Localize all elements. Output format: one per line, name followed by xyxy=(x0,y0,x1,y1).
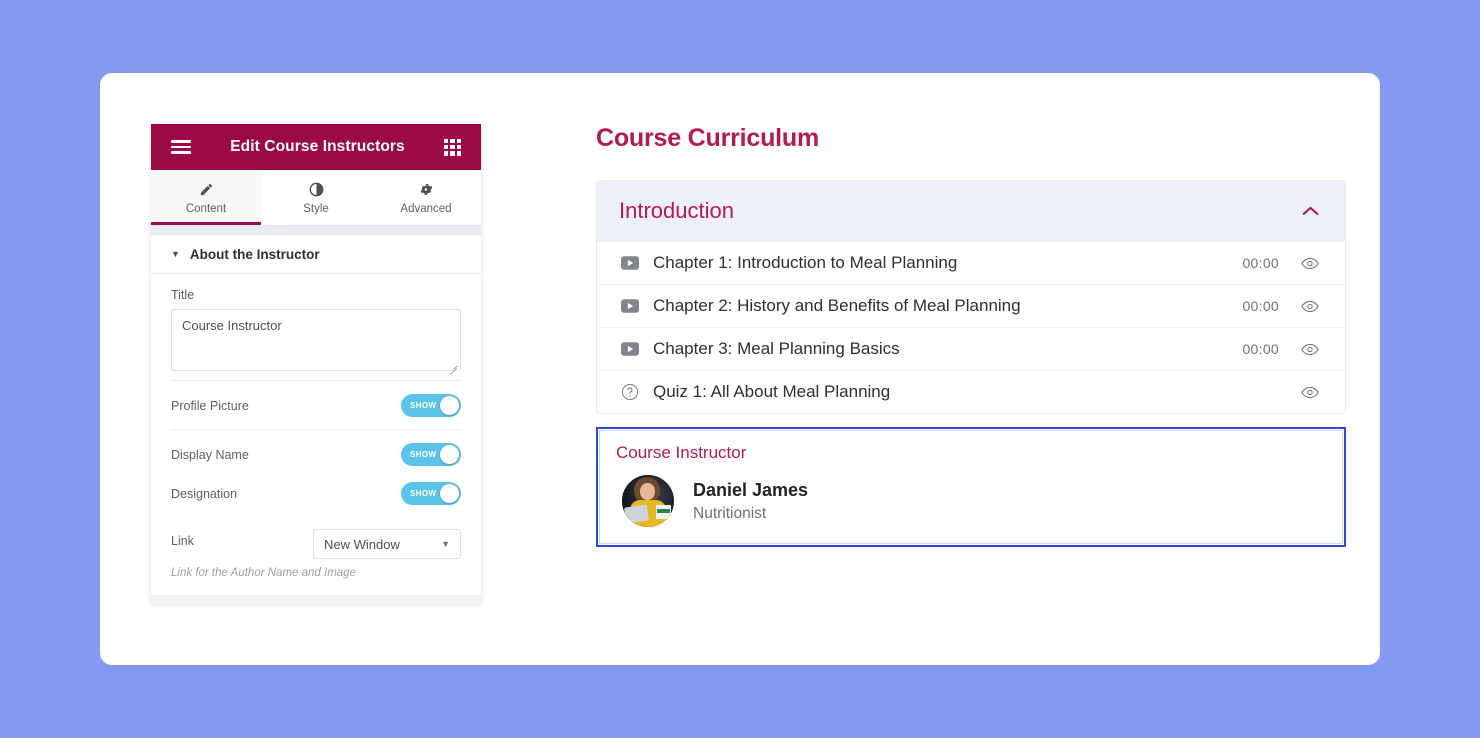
eye-icon[interactable] xyxy=(1301,386,1319,399)
table-row[interactable]: Chapter 3: Meal Planning Basics 00:00 xyxy=(597,327,1345,370)
tab-style[interactable]: Style xyxy=(261,170,371,225)
tab-style-label: Style xyxy=(303,203,329,215)
accordion-header-introduction[interactable]: Introduction xyxy=(597,181,1345,241)
video-play-icon xyxy=(619,299,641,313)
display-name-toggle[interactable]: SHOW xyxy=(401,443,461,466)
panel-bottom-strip xyxy=(151,595,481,604)
editor-panel-title: Edit Course Instructors xyxy=(230,138,405,155)
link-row: Link New Window ▼ xyxy=(171,517,461,567)
chevron-down-icon: ▼ xyxy=(441,539,450,549)
curriculum-accordion: Introduction Chapter 1: Introduction to … xyxy=(596,180,1346,414)
eye-icon[interactable] xyxy=(1301,300,1319,313)
tab-advanced[interactable]: Advanced xyxy=(371,170,481,225)
table-row[interactable]: Chapter 2: History and Benefits of Meal … xyxy=(597,284,1345,327)
editor-panel: Edit Course Instructors Content Style Ad… xyxy=(151,124,481,604)
half-circle-icon xyxy=(261,179,371,199)
instructor-text: Daniel James Nutritionist xyxy=(693,480,808,523)
toggle-knob xyxy=(440,445,459,464)
section-about-the-instructor[interactable]: ▼ About the Instructor xyxy=(151,235,481,274)
chevron-up-icon[interactable] xyxy=(1302,201,1319,221)
instructor-designation: Nutritionist xyxy=(693,504,767,522)
panel-divider xyxy=(151,226,481,235)
profile-picture-toggle[interactable]: SHOW xyxy=(401,394,461,417)
link-label: Link xyxy=(171,533,194,548)
instructor-name: Daniel James xyxy=(693,479,809,500)
tab-content[interactable]: Content xyxy=(151,170,261,225)
display-name-label: Display Name xyxy=(171,447,249,462)
page-title: Course Curriculum xyxy=(596,124,820,152)
video-play-icon xyxy=(619,342,641,356)
editor-panel-tabs: Content Style Advanced xyxy=(151,170,481,226)
lesson-duration: 00:00 xyxy=(1242,298,1279,314)
lesson-label: Chapter 3: Meal Planning Basics xyxy=(653,339,900,358)
lesson-duration: 00:00 xyxy=(1242,341,1279,357)
accordion-title: Introduction xyxy=(619,198,734,223)
instructor-heading: Course Instructor xyxy=(616,443,747,462)
profile-picture-row: Profile Picture SHOW xyxy=(171,380,461,429)
eye-icon[interactable] xyxy=(1301,257,1319,270)
pencil-icon xyxy=(151,179,261,199)
link-select-value: New Window xyxy=(324,536,400,552)
link-helper-text: Link for the Author Name and Image xyxy=(171,567,356,579)
table-row[interactable]: Chapter 1: Introduction to Meal Planning… xyxy=(597,241,1345,284)
toggle-knob xyxy=(440,396,459,415)
tab-content-label: Content xyxy=(185,203,227,215)
display-name-row: Display Name SHOW xyxy=(171,429,461,478)
profile-picture-label: Profile Picture xyxy=(171,398,249,413)
caret-down-icon: ▼ xyxy=(171,249,180,259)
designation-label: Designation xyxy=(171,486,238,501)
lesson-label: Chapter 2: History and Benefits of Meal … xyxy=(653,296,1021,315)
tab-advanced-label: Advanced xyxy=(400,203,452,215)
eye-icon[interactable] xyxy=(1301,343,1319,356)
instructor-body: Daniel James Nutritionist xyxy=(616,475,1326,527)
lesson-label: Quiz 1: All About Meal Planning xyxy=(653,382,891,401)
table-row[interactable]: Quiz 1: All About Meal Planning xyxy=(597,370,1345,413)
course-instructor-inner: Course Instructor Daniel James Nutrition… xyxy=(599,430,1343,544)
avatar xyxy=(622,475,674,527)
editor-panel-body: Title Profile Picture SHOW Display Name … xyxy=(151,274,481,595)
designation-toggle[interactable]: SHOW xyxy=(401,482,461,505)
title-field-label: Title xyxy=(171,288,195,302)
toggle-knob xyxy=(440,484,459,503)
grid-icon[interactable] xyxy=(444,138,461,156)
app-card: Edit Course Instructors Content Style Ad… xyxy=(100,73,1380,665)
quiz-question-icon xyxy=(619,383,641,401)
designation-toggle-label: SHOW xyxy=(410,489,437,498)
course-preview: Course Curriculum Introduction Chapter 1… xyxy=(596,124,1346,547)
designation-row: Designation SHOW xyxy=(171,478,461,517)
course-instructor-widget[interactable]: Course Instructor Daniel James Nutrition… xyxy=(596,427,1346,547)
hamburger-icon[interactable] xyxy=(171,140,191,154)
editor-panel-header: Edit Course Instructors xyxy=(151,124,481,170)
lesson-label: Chapter 1: Introduction to Meal Planning xyxy=(653,253,958,272)
profile-picture-toggle-label: SHOW xyxy=(410,401,437,410)
gear-icon xyxy=(371,179,481,199)
link-select[interactable]: New Window ▼ xyxy=(313,529,461,559)
title-input[interactable] xyxy=(171,309,461,371)
lesson-duration: 00:00 xyxy=(1242,255,1279,271)
video-play-icon xyxy=(619,256,641,270)
display-name-toggle-label: SHOW xyxy=(410,450,437,459)
section-title: About the Instructor xyxy=(189,247,320,262)
